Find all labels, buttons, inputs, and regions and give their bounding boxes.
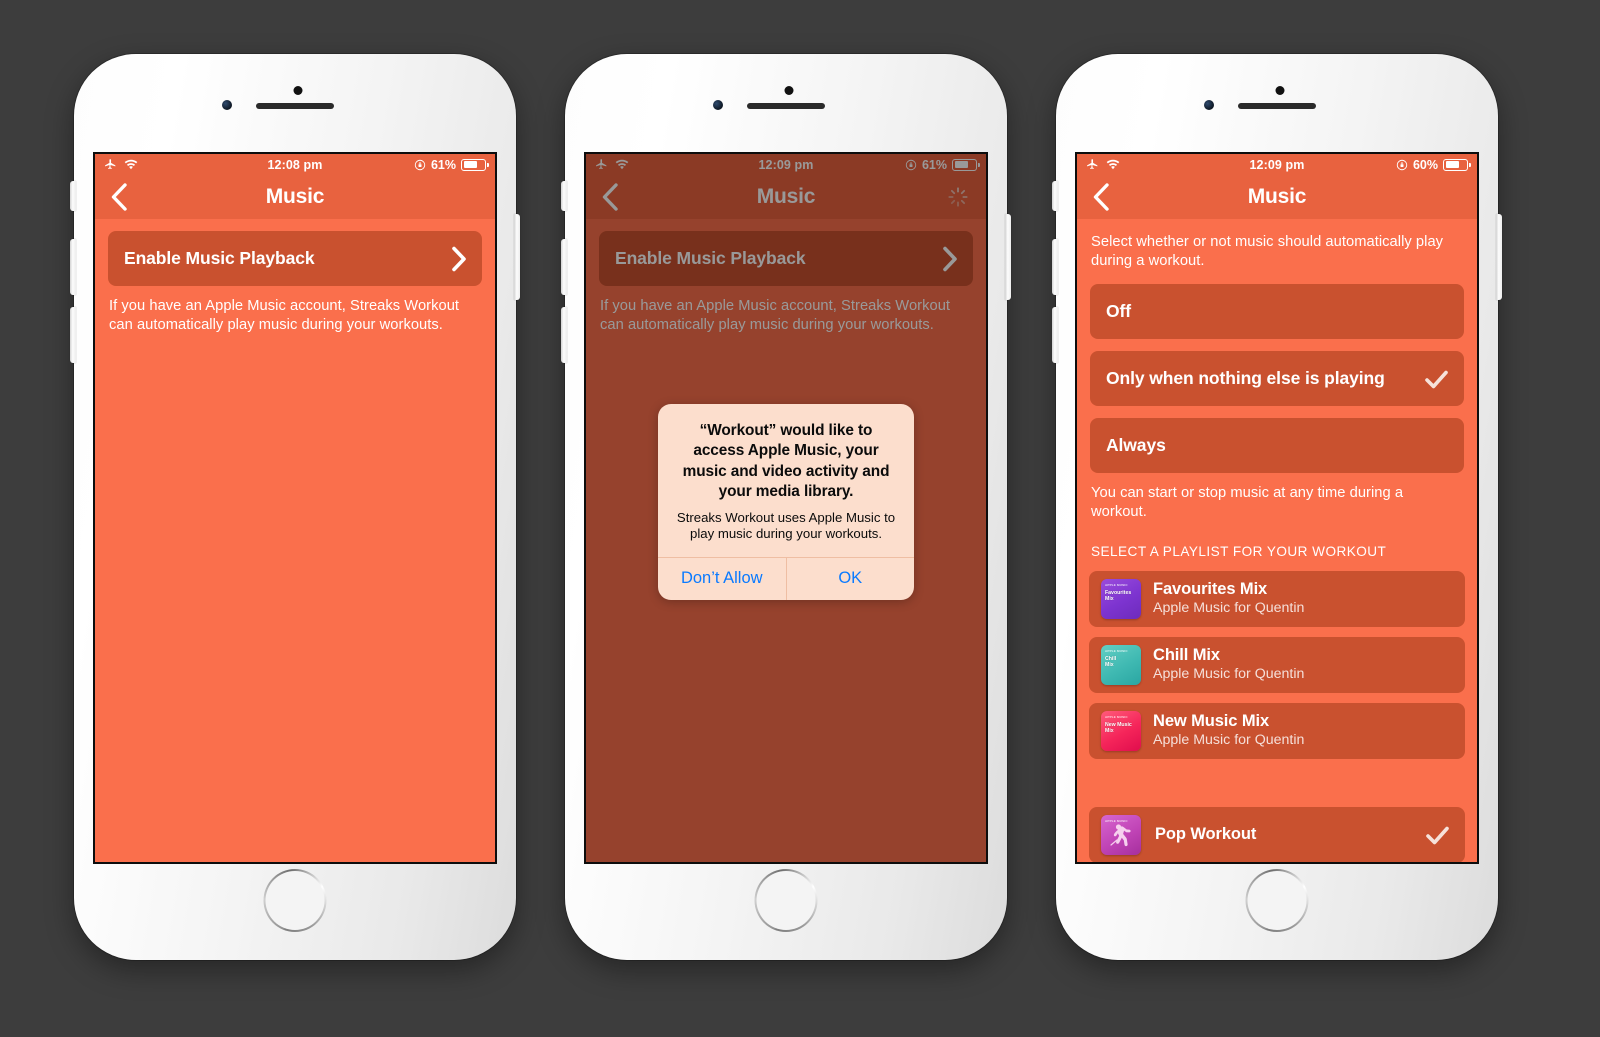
ok-button[interactable]: OK [785,557,915,600]
navigation-bar: Music [1077,175,1477,219]
playlist-section-header: SELECT A PLAYLIST FOR YOUR WORKOUT [1091,543,1387,559]
volume-down-button[interactable] [70,307,76,363]
chevron-right-icon [452,246,466,271]
front-camera-icon [1275,86,1285,95]
mute-switch[interactable] [561,181,567,211]
volume-down-button[interactable] [1052,307,1058,363]
option-row-only-when-nothing-else-is-playing[interactable]: Only when nothing else is playing [1090,351,1464,407]
mute-switch[interactable] [1052,181,1058,211]
artwork-label: Chill Mix [1105,655,1117,669]
artwork-caption: APPLE MUSIC [1105,714,1128,719]
battery-percent-label: 60% [1412,157,1438,172]
alert-title: “Workout” would like to access Apple Mus… [682,422,890,501]
playlist-subtitle: Apple Music for Quentin [1153,666,1305,683]
battery-icon [1443,158,1471,171]
mute-switch[interactable] [70,181,76,211]
artwork-caption: APPLE MUSIC [1105,648,1128,653]
battery-icon [461,158,489,171]
proximity-sensor-icon [713,100,723,110]
artwork-label: Favourites Mix [1105,589,1132,603]
battery-percent-label: 61% [430,157,456,172]
earpiece-speaker [1238,103,1316,109]
power-button[interactable] [514,214,520,300]
permission-alert-dialog: “Workout” would like to access Apple Mus… [658,404,914,600]
rotation-lock-icon [414,159,426,170]
checkmark-icon [1425,370,1448,389]
phone-device-1: 12:08 pm 61% Music Enable Music Playback… [70,54,520,960]
navigation-bar: Music [95,175,495,219]
earpiece-speaker [747,103,825,109]
page-title: Music [265,185,325,208]
option-row-off[interactable]: Off [1090,284,1464,340]
artwork-caption: APPLE MUSIC [1105,582,1128,587]
playlist-artwork-pop-workout: APPLE MUSIC [1101,814,1141,855]
playlist-row-new-music-mix[interactable]: APPLE MUSIC New Music Mix New Music Mix A… [1089,702,1465,759]
playlist-artwork-new-music-mix: APPLE MUSIC New Music Mix [1101,710,1141,751]
phone-device-3: 12:09 pm 60% Music Select whether or not… [1052,54,1502,960]
back-button[interactable] [108,182,130,212]
phone-1-content: Enable Music Playback If you have an App… [95,231,495,334]
enable-music-footnote: If you have an Apple Music account, Stre… [109,298,460,333]
rotation-lock-icon [1396,159,1408,170]
playlist-artwork-chill-mix: APPLE MUSIC Chill Mix [1101,644,1141,685]
page-title: Music [1247,185,1307,208]
option-row-always[interactable]: Always [1090,418,1464,474]
proximity-sensor-icon [222,100,232,110]
status-bar: 12:08 pm 61% [95,154,495,175]
auto-play-blurb: Select whether or not music should autom… [1091,234,1444,269]
option-label: Always [1106,435,1166,456]
volume-up-button[interactable] [1052,239,1058,295]
option-label: Only when nothing else is playing [1106,368,1385,389]
playlist-title: Chill Mix [1153,645,1220,664]
playlist-artwork-favourites-mix: APPLE MUSIC Favourites Mix [1101,578,1141,619]
artwork-caption: APPLE MUSIC [1105,818,1128,823]
phone-1-screen: 12:08 pm 61% Music Enable Music Playback… [95,154,495,862]
back-button[interactable] [1090,182,1112,212]
earpiece-speaker [256,103,334,109]
playlist-title: Favourites Mix [1153,579,1268,598]
alert-message: Streaks Workout uses Apple Music to play… [676,509,896,542]
power-button[interactable] [1496,214,1502,300]
artwork-label: New Music Mix [1105,721,1132,735]
home-button[interactable] [1246,869,1309,932]
home-button[interactable] [755,869,818,932]
playlist-row-favourites-mix[interactable]: APPLE MUSIC Favourites Mix Favourites Mix… [1089,570,1465,627]
front-camera-icon [293,86,303,95]
power-button[interactable] [1005,214,1011,300]
phone-2-screen: 12:09 pm 61% Music Enable Music Playback… [586,154,986,862]
enable-music-playback-label: Enable Music Playback [124,248,315,268]
phone-device-2: 12:09 pm 61% Music Enable Music Playback… [561,54,1011,960]
dont-allow-button[interactable]: Don’t Allow [658,558,786,600]
options-footnote: You can start or stop music at any time … [1091,485,1404,521]
volume-up-button[interactable] [70,239,76,295]
enable-music-playback-row[interactable]: Enable Music Playback [108,231,482,286]
home-button[interactable] [264,869,327,932]
playlist-title: Pop Workout [1155,824,1257,843]
option-label: Off [1106,301,1131,322]
playlist-row-pop-workout[interactable]: APPLE MUSIC Pop Workout [1089,806,1465,862]
playlist-row-chill-mix[interactable]: APPLE MUSIC Chill Mix Chill Mix Apple Mus… [1089,636,1465,693]
phone-3-screen: 12:09 pm 60% Music Select whether or not… [1077,154,1477,862]
volume-up-button[interactable] [561,239,567,295]
playlist-subtitle: Apple Music for Quentin [1153,732,1305,749]
playlist-title: New Music Mix [1153,711,1270,730]
checkmark-icon [1426,826,1449,844]
volume-down-button[interactable] [561,307,567,363]
playlist-subtitle: Apple Music for Quentin [1153,600,1305,617]
status-bar: 12:09 pm 60% [1077,154,1477,175]
proximity-sensor-icon [1204,100,1214,110]
front-camera-icon [784,86,794,95]
phone-3-content: Select whether or not music should autom… [1077,219,1477,862]
